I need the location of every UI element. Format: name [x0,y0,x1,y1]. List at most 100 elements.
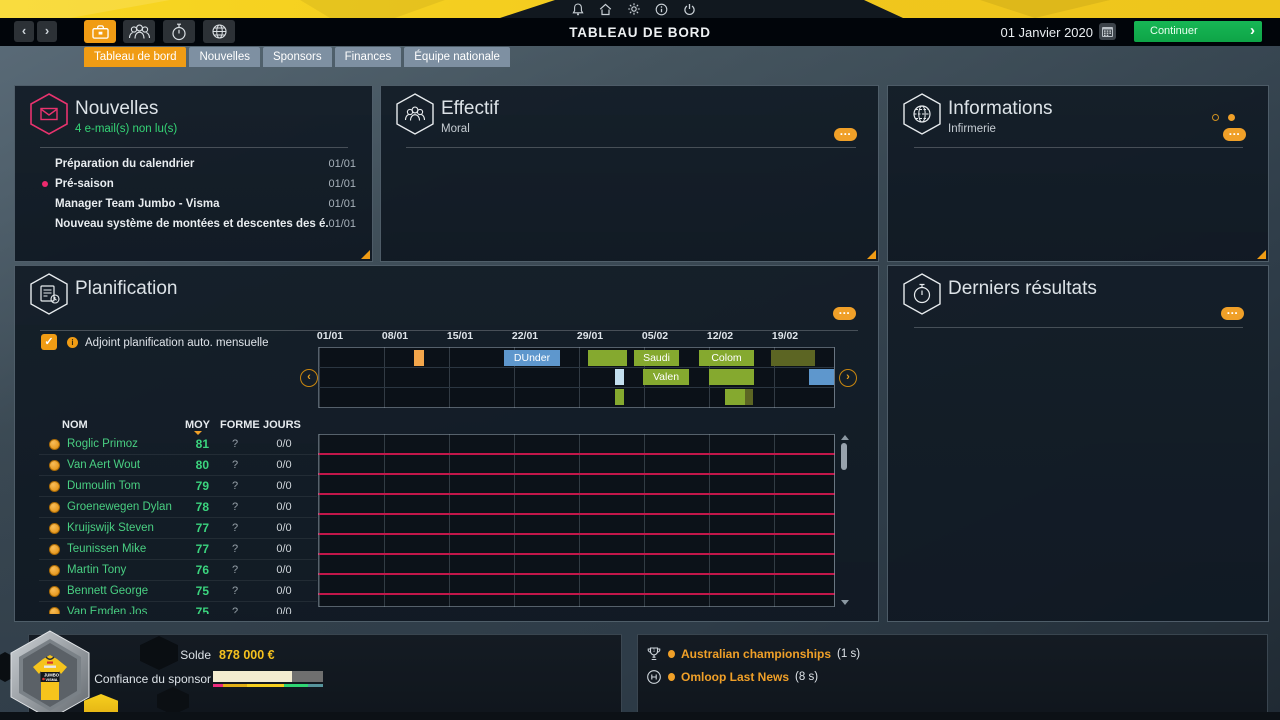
gear-icon[interactable] [626,2,641,17]
team-section-button[interactable] [84,20,116,43]
calendar-date-button[interactable] [1099,23,1116,40]
rider-row[interactable]: Dumoulin Tom 79? 0/0 [39,476,317,497]
column-header-forme[interactable]: FORME [220,419,260,431]
rider-moy: 80 [195,458,209,472]
rider-row[interactable]: Teunissen Mike 77? 0/0 [39,539,317,560]
rider-row[interactable]: Kruijswijk Steven 77? 0/0 [39,518,317,539]
rider-name: Martin Tony [67,564,127,576]
race-bar[interactable] [615,369,624,386]
team-jersey-logo[interactable]: JUMBO VISMA [4,628,96,720]
rider-jours: 0/0 [276,480,292,492]
rider-forme: ? [231,543,239,555]
planning-hexagon-icon [29,272,69,316]
rider-name: Kruijswijk Steven [67,522,154,534]
continue-button[interactable]: Continuer › [1134,21,1262,42]
rider-forme: ? [231,438,239,450]
news-item-date: 01/01 [328,198,356,210]
page-dot[interactable] [1212,114,1219,121]
rider-jersey-icon [49,607,60,614]
resize-handle[interactable] [867,250,876,259]
race-bar[interactable] [588,349,627,366]
event-row[interactable]: 1 Australian championships (1 s) [646,645,860,663]
auto-plan-checkbox[interactable]: ✓ [41,334,57,350]
rider-forme: ? [231,501,239,513]
rider-forme: ? [231,585,239,597]
scrollbar[interactable] [839,435,849,605]
calendar-icon [1101,25,1114,38]
info-icon[interactable] [654,2,669,17]
rider-row[interactable]: Bennett George 75? 0/0 [39,581,317,602]
column-header-nom[interactable]: NOM [62,419,88,431]
race-bar[interactable] [709,369,754,386]
race-bar[interactable] [414,349,424,366]
tab-sponsors[interactable]: Sponsors [262,47,332,67]
event-row[interactable]: Omloop Last News (8 s) [646,668,818,686]
tab-equipe-nationale[interactable]: Équipe nationale [404,47,510,67]
resize-handle[interactable] [1257,250,1266,259]
race-bar-valen[interactable]: Valen [643,369,689,386]
race-bar-colom[interactable]: Colom [699,349,754,366]
panel-menu-button[interactable]: ... [833,304,856,320]
scroll-down-icon[interactable] [841,600,849,605]
news-item-title: Manager Team Jumbo - Visma [55,198,220,210]
news-item[interactable]: Pré-saison 01/01 [39,174,356,194]
rider-row[interactable]: Martin Tony 76? 0/0 [39,560,317,581]
rider-name: Bennett George [67,585,149,597]
info-badge-icon[interactable]: i [67,337,78,348]
panel-menu-button[interactable]: ... [834,125,857,141]
race-bar[interactable] [725,388,745,405]
bell-icon[interactable] [570,2,585,17]
sponsor-segment [308,684,323,687]
mail-hexagon-icon [29,92,69,136]
race-bar[interactable] [809,369,834,386]
week-label: 22/01 [511,330,539,342]
column-header-moy[interactable]: MOY [175,419,210,431]
world-section-button[interactable] [203,20,235,43]
tab-tableau-de-bord[interactable]: Tableau de bord [84,47,187,67]
panel-menu-button[interactable]: ... [1223,125,1246,141]
rider-forme: ? [231,480,239,492]
race-bar-saudi[interactable]: Saudi [634,349,679,366]
resize-handle[interactable] [361,250,370,259]
panel-effectif: Effectif Moral ... [380,85,879,262]
rider-row[interactable]: Roglic Primoz 81? 0/0 [39,434,317,455]
column-header-jours[interactable]: JOURS [263,419,301,431]
rider-row[interactable]: Groenewegen Dylan 78? 0/0 [39,497,317,518]
tab-finances[interactable]: Finances [334,47,402,67]
race-bar[interactable] [745,388,753,405]
news-item[interactable]: Préparation du calendrier 01/01 [39,154,356,174]
rider-forme: ? [231,564,239,576]
page-dot-active[interactable] [1228,114,1235,121]
nav-back-button[interactable]: ‹ [14,21,34,42]
race-bar[interactable] [771,349,815,366]
calendar-grid: DUnder Saudi Colom Valen [318,347,835,408]
week-label: 29/01 [576,330,604,342]
rider-jours: 0/0 [276,585,292,597]
calendar-next-button[interactable]: › [839,369,857,387]
news-item[interactable]: Manager Team Jumbo - Visma 01/01 [39,194,356,214]
scrollbar-thumb[interactable] [841,443,847,470]
scroll-up-icon[interactable] [841,435,849,440]
calendar-section-button[interactable] [163,20,195,43]
event-count: (8 s) [795,671,819,683]
home-icon[interactable] [598,2,613,17]
unread-dot [39,181,55,187]
week-label: 15/01 [446,330,474,342]
panel-title: Nouvelles [75,98,159,119]
rider-row[interactable]: Van Aert Wout 80? 0/0 [39,455,317,476]
rider-forme: ? [231,606,239,614]
panel-menu-button[interactable]: ... [1221,304,1244,320]
divider [40,147,348,148]
rider-row[interactable]: Van Emden Jos 75? 0/0 [39,602,317,614]
week-label: 12/02 [706,330,734,342]
rider-name: Groenewegen Dylan [67,501,172,513]
riders-section-button[interactable] [123,20,155,43]
tab-nouvelles[interactable]: Nouvelles [189,47,260,67]
race-bar-dunder[interactable]: DUnder [504,349,560,366]
news-item[interactable]: Nouveau système de montées et descentes … [39,214,356,234]
nav-forward-button[interactable]: › [37,21,57,42]
power-icon[interactable] [682,2,697,17]
rider-moy: 76 [195,563,209,577]
calendar-prev-button[interactable]: ‹ [300,369,318,387]
race-bar[interactable] [615,388,624,405]
